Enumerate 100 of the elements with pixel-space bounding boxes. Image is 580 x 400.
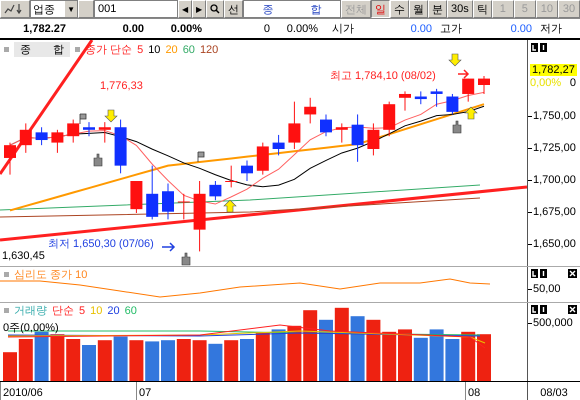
- hand-icon: [94, 154, 102, 166]
- price-annotation: 1,776,33: [100, 80, 143, 92]
- axis-label: 1,750,00: [528, 110, 576, 122]
- index-name: 종 합: [14, 42, 70, 57]
- candlestick: [178, 193, 190, 220]
- volume-bar: [414, 338, 428, 381]
- volume-bar: [240, 339, 254, 381]
- price-annotation: 1,630,45: [2, 250, 45, 262]
- volume-bar: [366, 320, 380, 381]
- volume-bar: [34, 332, 49, 381]
- code-input[interactable]: 001: [94, 0, 178, 18]
- market-dropdown[interactable]: 업종 ▼: [30, 0, 78, 18]
- chart-menu-icon[interactable]: [0, 0, 30, 18]
- period-label: 20: [107, 304, 120, 316]
- candlestick: [194, 180, 206, 252]
- close-icon[interactable]: [568, 269, 577, 278]
- change-rate: 0.00%: [170, 22, 203, 34]
- axis-label: 50,00: [528, 283, 561, 295]
- open-label: 시가: [331, 22, 355, 36]
- panel-title: 거래량: [14, 304, 47, 318]
- down-arrow-icon: [104, 110, 118, 122]
- axis-label: 1,700,00: [528, 174, 576, 186]
- volume-bar: [176, 339, 191, 381]
- candlestick: [367, 122, 380, 156]
- legend-bullet-icon: [4, 47, 9, 52]
- candlestick: [272, 134, 285, 156]
- high-label: 고가: [439, 22, 463, 36]
- candlestick: [320, 114, 332, 137]
- period-label: 20: [165, 44, 178, 56]
- volume-bar: [82, 345, 96, 381]
- candlestick: [304, 97, 316, 124]
- panel-title: 심리도 종가 10: [14, 268, 88, 282]
- period-tab[interactable]: 월: [409, 0, 428, 18]
- cursor-date: 08/03: [540, 386, 568, 398]
- volume-bar: [98, 340, 112, 381]
- period-tab[interactable]: 틱: [472, 0, 492, 18]
- down-arrow-icon: [448, 54, 462, 66]
- axis-label: 1,675,00: [528, 206, 576, 218]
- period-label: 10: [90, 304, 102, 316]
- hand-icon: [182, 252, 190, 266]
- volume-bar: [430, 329, 444, 381]
- candlestick: [256, 142, 269, 176]
- volume-bar: [114, 336, 128, 381]
- close-icon[interactable]: [568, 305, 577, 314]
- candlestick: [20, 122, 32, 154]
- high-value: 0.00: [510, 22, 533, 34]
- period-tab[interactable]: 30s: [447, 0, 473, 18]
- candlestick: [162, 183, 174, 220]
- candlestick: [36, 126, 48, 146]
- volume-bar: [319, 320, 333, 381]
- volume-bar: [303, 310, 318, 381]
- period-tab[interactable]: 수: [390, 0, 409, 18]
- candlestick: [130, 180, 142, 214]
- volume-bar: [350, 316, 365, 381]
- candlestick: [146, 165, 158, 220]
- volume-bar: [129, 340, 144, 381]
- candlestick: [114, 119, 127, 174]
- index-name: 종 합: [243, 0, 341, 18]
- period-label: 5: [137, 44, 144, 56]
- volume-bar: [398, 329, 412, 381]
- up-arrow-icon: [464, 106, 478, 120]
- period-label: 60: [124, 304, 137, 316]
- candlestick: [399, 90, 411, 112]
- hand-icon: [452, 120, 462, 134]
- volume-bar: [224, 340, 238, 381]
- volume-bar: [161, 340, 175, 381]
- search-icon[interactable]: [206, 0, 224, 18]
- axis-label: 1,650,00: [528, 238, 576, 250]
- candlestick: [83, 122, 95, 137]
- period-label: 120: [200, 44, 218, 56]
- flag-icon: [80, 114, 86, 124]
- current-change: 0: [570, 77, 576, 89]
- candlestick: [478, 76, 490, 94]
- period-label: 5: [79, 304, 86, 316]
- candlestick: [446, 93, 458, 115]
- prev-button[interactable]: ◀: [178, 0, 192, 18]
- candlestick: [383, 101, 396, 137]
- axis-label: 500,000: [528, 317, 573, 329]
- indicator-label: 단순: [52, 304, 74, 318]
- volume-bar: [272, 329, 286, 381]
- price-annotation: 최고 1,784,10 (08/02): [330, 69, 436, 83]
- candlestick: [462, 78, 474, 102]
- candlestick: [51, 129, 64, 154]
- candlestick: [414, 90, 427, 105]
- open-value: 0.00: [410, 22, 433, 34]
- volume-bar: [256, 333, 270, 381]
- axis-label: 1,725,00: [528, 142, 576, 154]
- flag-icon: [198, 152, 204, 162]
- period-tab[interactable]: 분: [428, 0, 447, 18]
- candlestick: [98, 122, 111, 144]
- low-label: 저가: [539, 22, 563, 36]
- arrow-icon: [457, 69, 470, 79]
- next-button[interactable]: ▶: [192, 0, 206, 18]
- volume-bar: [18, 339, 33, 381]
- period-label: 10: [148, 44, 160, 56]
- volume-bar: [477, 334, 491, 381]
- current-rate: 0,00%: [530, 77, 562, 89]
- volume-bar: [461, 332, 476, 381]
- line-button[interactable]: 선: [224, 0, 243, 18]
- blank-button[interactable]: [78, 0, 94, 18]
